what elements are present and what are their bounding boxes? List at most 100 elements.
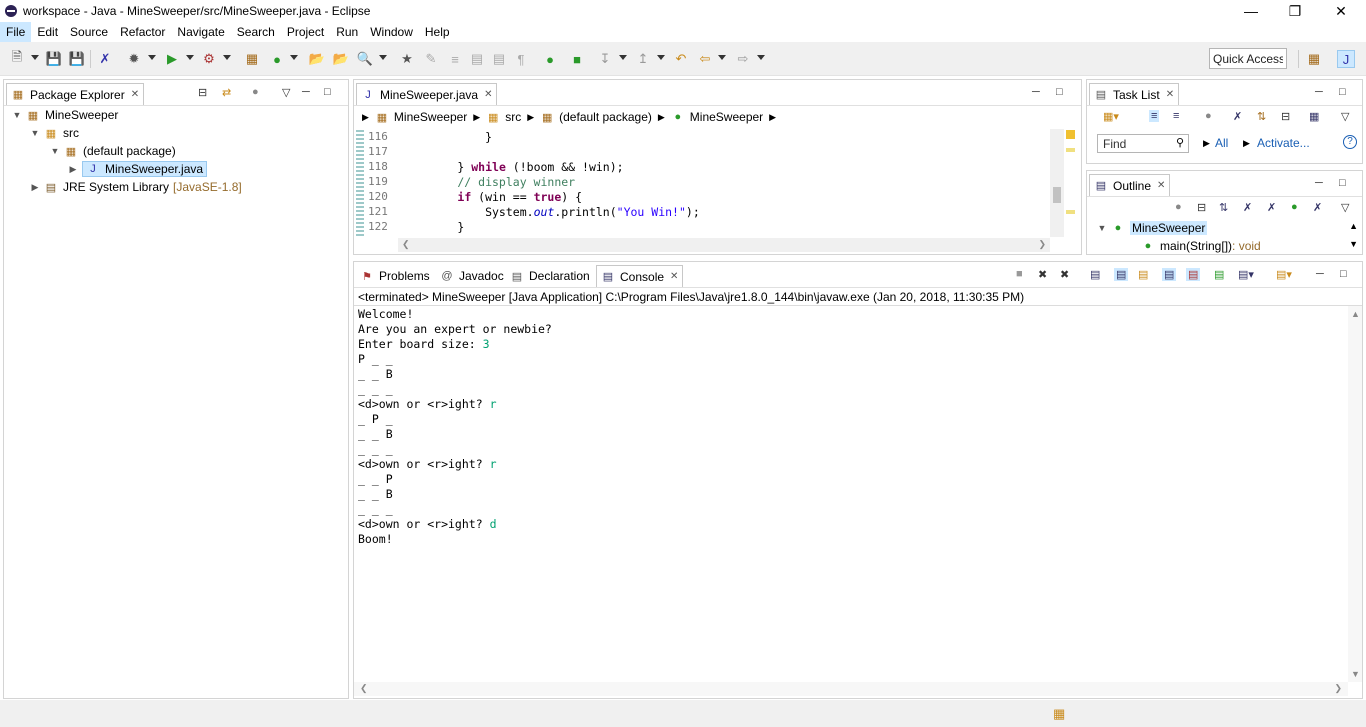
- code-line[interactable]: System.out.println("You Win!");: [402, 205, 700, 220]
- chevron-down-icon[interactable]: ▼: [50, 146, 60, 156]
- new-task-icon[interactable]: ▦▾: [1103, 110, 1119, 123]
- focus-icon[interactable]: ✗: [1233, 110, 1242, 123]
- breadcrumb-item[interactable]: src: [505, 110, 521, 124]
- show-stdout-icon[interactable]: ▤: [1162, 268, 1177, 281]
- maximize-icon[interactable]: □: [324, 86, 331, 98]
- run-dropdown[interactable]: [186, 55, 194, 60]
- search-icon[interactable]: ⚲: [1176, 136, 1184, 149]
- mark-occurrences-icon[interactable]: ✎: [422, 50, 440, 68]
- tab-outline[interactable]: ▤ Outline ✕: [1089, 174, 1171, 196]
- forward-dropdown[interactable]: [757, 55, 765, 60]
- back-icon[interactable]: ⇦: [696, 50, 714, 68]
- debug-icon[interactable]: ✹: [125, 50, 143, 68]
- minimize-icon[interactable]: ─: [1316, 268, 1324, 280]
- tab-console[interactable]: ▤ Console ✕: [596, 265, 684, 287]
- forward-icon[interactable]: ⇨: [734, 50, 752, 68]
- vertical-scrollbar[interactable]: ▲ ▼: [1348, 306, 1362, 682]
- scroll-lock-icon[interactable]: ▤: [1114, 268, 1129, 281]
- code-area[interactable]: 116 } 117 118 } while (!boom && !win); 119 …: [354, 129, 1050, 237]
- resume-icon[interactable]: ●: [541, 50, 559, 68]
- code-line[interactable]: }: [402, 220, 464, 235]
- code-line[interactable]: }: [402, 130, 492, 145]
- tab-declaration[interactable]: ▤ Declaration: [506, 265, 594, 287]
- link-with-editor-icon[interactable]: ⇄: [222, 86, 231, 99]
- chevron-right-icon[interactable]: ▶: [473, 112, 480, 123]
- chevron-right-icon[interactable]: ▶: [68, 164, 78, 175]
- show-stderr-icon[interactable]: ▤: [1186, 268, 1201, 281]
- new-icon[interactable]: 🗎: [8, 49, 26, 68]
- horizontal-scrollbar[interactable]: ❮ ❯: [354, 682, 1348, 696]
- sort-icon[interactable]: ⇅: [1219, 201, 1228, 214]
- minimize-icon[interactable]: ─: [1315, 86, 1323, 98]
- pin-console-icon[interactable]: ▤: [1214, 268, 1224, 281]
- menu-source[interactable]: Source: [64, 22, 114, 42]
- tree-item-package[interactable]: ▼ ▦ (default package): [50, 142, 176, 160]
- breadcrumb-item[interactable]: MineSweeper: [394, 110, 467, 124]
- horizontal-scrollbar[interactable]: ❮ ❯: [398, 238, 1050, 252]
- skip-breakpoints-icon[interactable]: ✗: [96, 50, 114, 68]
- scheduled-icon[interactable]: ≡: [1173, 110, 1179, 122]
- search-dropdown[interactable]: [379, 55, 387, 60]
- last-edit-location-icon[interactable]: ↶: [672, 50, 690, 68]
- code-line[interactable]: // display winner: [402, 175, 575, 190]
- previous-annotation-icon[interactable]: ↥: [634, 50, 652, 68]
- menu-project[interactable]: Project: [281, 22, 330, 42]
- java-perspective-icon[interactable]: J: [1337, 50, 1355, 68]
- hide-nonpublic-icon[interactable]: ●: [1291, 201, 1298, 213]
- find-input[interactable]: Find ⚲: [1097, 134, 1189, 153]
- scroll-up-icon[interactable]: ▲: [1349, 221, 1358, 231]
- focus-icon[interactable]: ●: [252, 86, 259, 98]
- minimize-icon[interactable]: ─: [1032, 86, 1040, 98]
- code-line[interactable]: if (win == true) {: [402, 190, 582, 205]
- view-menu-icon[interactable]: ▽: [282, 86, 290, 99]
- next-annotation-icon[interactable]: ↧: [596, 50, 614, 68]
- menu-window[interactable]: Window: [364, 22, 419, 42]
- new-dropdown[interactable]: [31, 55, 39, 60]
- close-button[interactable]: ✕: [1318, 0, 1364, 22]
- tab-task-list[interactable]: ▤ Task List ✕: [1089, 83, 1180, 105]
- word-wrap-icon[interactable]: ▤: [1138, 268, 1148, 281]
- focus-icon[interactable]: ●: [1175, 201, 1182, 213]
- menu-search[interactable]: Search: [231, 22, 281, 42]
- tab-javadoc[interactable]: @ Javadoc: [436, 265, 508, 287]
- terminate-icon[interactable]: ■: [568, 50, 586, 68]
- open-task-icon[interactable]: 📂: [332, 50, 350, 68]
- synchronize-icon[interactable]: ⇅: [1257, 110, 1266, 123]
- tab-problems[interactable]: ⚑ Problems: [356, 265, 434, 287]
- minimize-button[interactable]: —: [1228, 0, 1274, 22]
- console-output[interactable]: Welcome! Are you an expert or newbie? Ente…: [354, 306, 1346, 682]
- remove-all-icon[interactable]: ✖: [1060, 268, 1069, 281]
- collapse-all-icon[interactable]: ⊟: [1281, 110, 1290, 123]
- chevron-right-icon[interactable]: ▶: [362, 112, 369, 123]
- hide-local-types-icon[interactable]: ✗: [1313, 201, 1322, 214]
- close-icon[interactable]: ✕: [131, 89, 139, 100]
- breadcrumb-item[interactable]: (default package): [559, 110, 652, 124]
- maximize-icon[interactable]: □: [1339, 86, 1346, 98]
- chevron-right-icon[interactable]: ▶: [769, 112, 776, 123]
- external-tools-icon[interactable]: ⚙: [200, 50, 218, 68]
- chevron-right-icon[interactable]: ▶: [658, 112, 665, 123]
- sync-icon[interactable]: ▦: [1309, 110, 1319, 123]
- new-class-dropdown[interactable]: [290, 55, 298, 60]
- scrollbar-thumb[interactable]: [1053, 187, 1061, 203]
- maximize-icon[interactable]: □: [1340, 268, 1347, 280]
- menu-run[interactable]: Run: [330, 22, 364, 42]
- hide-static-icon[interactable]: ✗: [1267, 201, 1276, 214]
- next-annotation-dropdown[interactable]: [619, 55, 627, 60]
- outline-item-class[interactable]: ▼ ● MineSweeper: [1097, 219, 1208, 237]
- tab-package-explorer[interactable]: ▦ Package Explorer ✕: [6, 83, 145, 105]
- collapse-all-icon[interactable]: ⊟: [1197, 201, 1206, 214]
- menu-edit[interactable]: Edit: [31, 22, 64, 42]
- close-icon[interactable]: ✕: [484, 89, 492, 100]
- maximize-icon[interactable]: □: [1339, 177, 1346, 189]
- tree-item-src[interactable]: ▼ ▦ src: [30, 124, 79, 142]
- tree-item-file[interactable]: ▶ J MineSweeper.java: [68, 160, 208, 178]
- view-menu-icon[interactable]: ▽: [1341, 110, 1349, 123]
- menu-refactor[interactable]: Refactor: [114, 22, 171, 42]
- debug-dropdown[interactable]: [148, 55, 156, 60]
- block-selection-icon[interactable]: ▤: [468, 50, 486, 68]
- hide-completed-icon[interactable]: ●: [1205, 110, 1212, 122]
- tab-editor-file[interactable]: J MineSweeper.java ✕: [356, 83, 498, 105]
- activate-link[interactable]: Activate...: [1257, 136, 1310, 150]
- close-icon[interactable]: ✕: [1157, 180, 1165, 191]
